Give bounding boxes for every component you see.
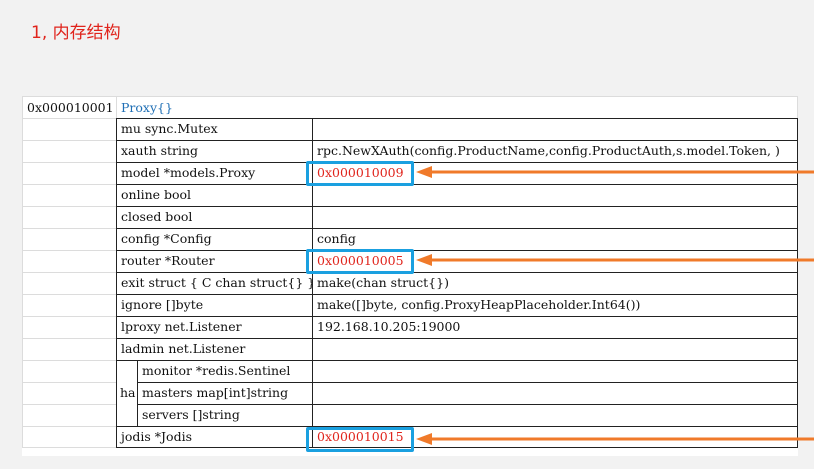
pointer-arrow (416, 166, 814, 178)
pointer-arrow (416, 254, 814, 266)
pointer-arrows (416, 166, 814, 445)
pointer-arrow (416, 433, 814, 445)
